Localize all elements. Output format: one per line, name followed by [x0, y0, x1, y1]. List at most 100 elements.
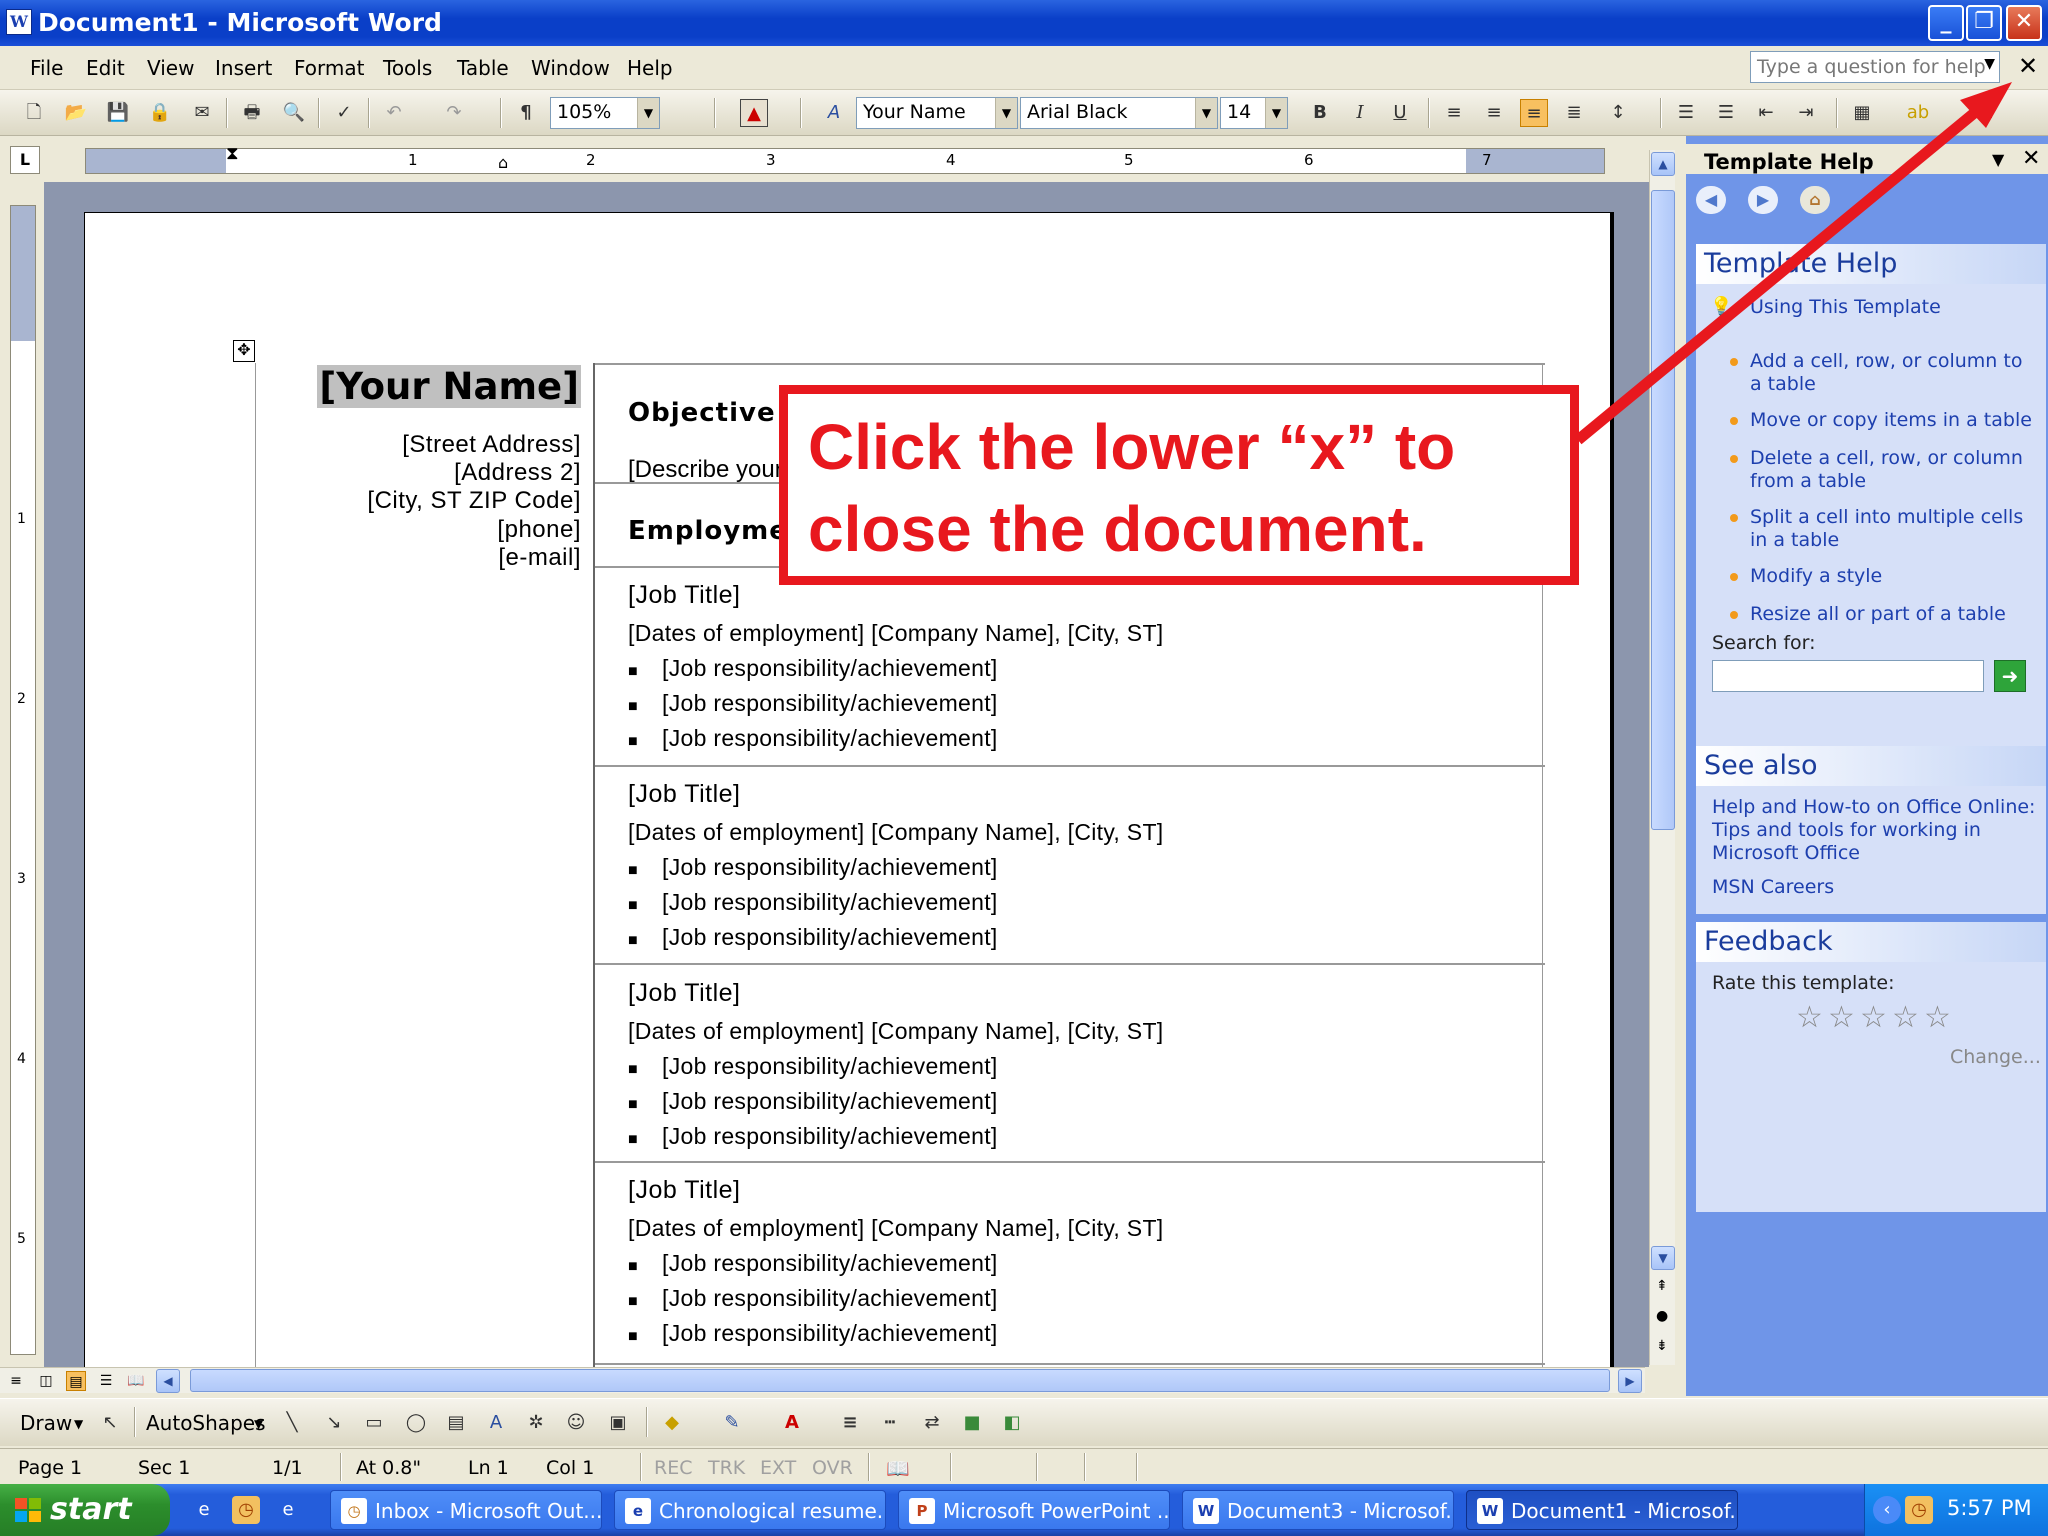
shadow-icon[interactable]: ■: [958, 1409, 986, 1437]
previous-page-icon[interactable]: ⇞: [1656, 1278, 1668, 1294]
vertical-scroll-thumb[interactable]: [1651, 190, 1675, 830]
job-title[interactable]: [Job Title]: [628, 581, 741, 610]
resume-name[interactable]: [Your Name]: [317, 365, 581, 408]
dash-style-icon[interactable]: ┅: [876, 1409, 904, 1437]
status-ovr[interactable]: OVR: [812, 1457, 853, 1479]
street-address[interactable]: [Street Address]: [402, 431, 581, 459]
taskbar-item[interactable]: e Chronological resume...: [614, 1490, 886, 1530]
wordart-icon[interactable]: A: [482, 1409, 510, 1437]
word-app-icon[interactable]: W: [6, 9, 32, 35]
job-title[interactable]: [Job Title]: [628, 1176, 741, 1205]
outlook-tray-icon[interactable]: ◷: [1905, 1496, 1933, 1524]
chevron-down-icon[interactable]: ▼: [74, 1417, 83, 1431]
help-link[interactable]: Move or copy items in a table: [1750, 409, 2040, 432]
change-link[interactable]: Change...: [1950, 1046, 2041, 1068]
job-dates[interactable]: [Dates of employment] [Company Name], [C…: [628, 1018, 1163, 1045]
scroll-right-icon[interactable]: ▶: [1618, 1369, 1642, 1393]
menu-format[interactable]: Format: [294, 56, 364, 80]
arrow-icon[interactable]: ↘: [320, 1409, 348, 1437]
browser-quicklaunch-icon[interactable]: e: [274, 1496, 302, 1524]
start-button[interactable]: start: [0, 1484, 170, 1536]
line-color-icon[interactable]: ✎: [718, 1409, 746, 1437]
help-link[interactable]: Split a cell into multiple cells in a ta…: [1750, 506, 2040, 552]
chevron-down-icon[interactable]: ▼: [637, 98, 659, 128]
web-layout-icon[interactable]: ◫: [36, 1371, 56, 1391]
align-left-icon[interactable]: ≡: [1440, 99, 1468, 127]
next-page-icon[interactable]: ⇟: [1656, 1338, 1668, 1354]
taskbar-item-active[interactable]: W Document1 - Microsof...: [1466, 1490, 1738, 1530]
new-document-icon[interactable]: 🗋: [20, 99, 48, 127]
taskbar-item[interactable]: W Document3 - Microsof...: [1182, 1490, 1454, 1530]
restore-button[interactable]: ❐: [1966, 5, 2002, 41]
using-template-link[interactable]: Using This Template: [1750, 296, 2040, 319]
borders-icon[interactable]: ▦: [1848, 99, 1876, 127]
menu-edit[interactable]: Edit: [86, 56, 125, 80]
vertical-ruler[interactable]: 1 2 3 4 5: [10, 205, 36, 1355]
help-question-input[interactable]: Type a question for help ▼: [1750, 51, 2000, 83]
chevron-down-icon[interactable]: ▼: [1984, 56, 1995, 72]
scroll-down-icon[interactable]: ▼: [1651, 1246, 1675, 1270]
decrease-indent-icon[interactable]: ⇤: [1752, 99, 1780, 127]
indent-marker-icon[interactable]: ⧗: [226, 143, 239, 164]
address-2[interactable]: [Address 2]: [454, 459, 581, 487]
justify-icon[interactable]: ≣: [1560, 99, 1588, 127]
scroll-up-icon[interactable]: ▲: [1651, 152, 1675, 176]
italic-button[interactable]: I: [1346, 99, 1374, 127]
align-center-icon[interactable]: ≡: [1480, 99, 1508, 127]
undo-icon[interactable]: ↶: [380, 99, 408, 127]
list-item[interactable]: ■ [Job responsibility/achievement]: [628, 1285, 998, 1312]
window-close-button[interactable]: ✕: [2006, 5, 2042, 41]
status-trk[interactable]: TRK: [708, 1457, 745, 1479]
list-item[interactable]: ■ [Job responsibility/achievement]: [628, 1053, 998, 1080]
right-indent-marker-icon[interactable]: ⌂: [498, 153, 508, 172]
list-item[interactable]: ■ [Job responsibility/achievement]: [628, 924, 998, 951]
bullets-icon[interactable]: ☰: [1712, 99, 1740, 127]
increase-indent-icon[interactable]: ⇥: [1792, 99, 1820, 127]
home-icon[interactable]: ⌂: [1800, 186, 1830, 214]
star-icon[interactable]: ☆: [1828, 1000, 1855, 1035]
print-preview-icon[interactable]: 🔍: [280, 99, 308, 127]
list-item[interactable]: ■ [Job responsibility/achievement]: [628, 854, 998, 881]
resume-left-column[interactable]: [Your Name] [Street Address] [Address 2]…: [255, 363, 593, 1367]
permission-icon[interactable]: 🔒: [146, 99, 174, 127]
scroll-left-icon[interactable]: ◀: [156, 1369, 180, 1393]
vertical-scrollbar[interactable]: ▲ ▼ ⇞ ● ⇟: [1649, 150, 1675, 1365]
menu-help[interactable]: Help: [627, 56, 673, 80]
list-item[interactable]: ■ [Job responsibility/achievement]: [628, 1250, 998, 1277]
tab-selector[interactable]: L: [10, 146, 40, 174]
star-icon[interactable]: ☆: [1924, 1000, 1951, 1035]
status-rec[interactable]: REC: [654, 1457, 692, 1479]
task-pane-dropdown-icon[interactable]: ▼: [1992, 150, 2004, 169]
fill-color-icon[interactable]: ◆: [658, 1409, 686, 1437]
star-icon[interactable]: ☆: [1796, 1000, 1823, 1035]
internet-explorer-icon[interactable]: e: [190, 1496, 218, 1524]
menu-table[interactable]: Table: [457, 56, 509, 80]
chevron-down-icon[interactable]: ▼: [995, 98, 1017, 128]
horizontal-scroll-thumb[interactable]: [190, 1369, 1610, 1392]
list-item[interactable]: ■ [Job responsibility/achievement]: [628, 1123, 998, 1150]
search-input[interactable]: [1712, 660, 1984, 692]
print-layout-icon[interactable]: ▤: [66, 1371, 86, 1391]
help-link[interactable]: Resize all or part of a table: [1750, 603, 2040, 626]
arrow-style-icon[interactable]: ⇄: [918, 1409, 946, 1437]
chevron-down-icon[interactable]: ▼: [254, 1417, 263, 1431]
outlook-quicklaunch-icon[interactable]: ◷: [232, 1496, 260, 1524]
open-folder-icon[interactable]: 📂: [62, 99, 90, 127]
email-icon[interactable]: ✉: [188, 99, 216, 127]
email[interactable]: [e-mail]: [498, 544, 581, 572]
horizontal-scrollbar[interactable]: ≡ ◫ ▤ ☰ 📖 ◀ ▶: [0, 1367, 1645, 1393]
job-title[interactable]: [Job Title]: [628, 979, 741, 1008]
bold-button[interactable]: B: [1306, 99, 1334, 127]
list-item[interactable]: ■ [Job responsibility/achievement]: [628, 690, 998, 717]
picture-icon[interactable]: ▣: [604, 1409, 632, 1437]
job-title[interactable]: [Job Title]: [628, 780, 741, 809]
autoshapes-menu[interactable]: AutoShapes: [146, 1411, 265, 1435]
font-select[interactable]: Arial Black ▼: [1020, 97, 1218, 129]
table-move-handle-icon[interactable]: ✥: [233, 340, 255, 362]
forward-icon[interactable]: ▶: [1748, 186, 1778, 214]
help-link[interactable]: Modify a style: [1750, 565, 2040, 588]
rectangle-icon[interactable]: ▭: [360, 1409, 388, 1437]
show-formatting-icon[interactable]: ¶: [512, 99, 540, 127]
help-link[interactable]: Delete a cell, row, or column from a tab…: [1750, 447, 2040, 493]
draw-menu[interactable]: Draw: [20, 1411, 72, 1435]
